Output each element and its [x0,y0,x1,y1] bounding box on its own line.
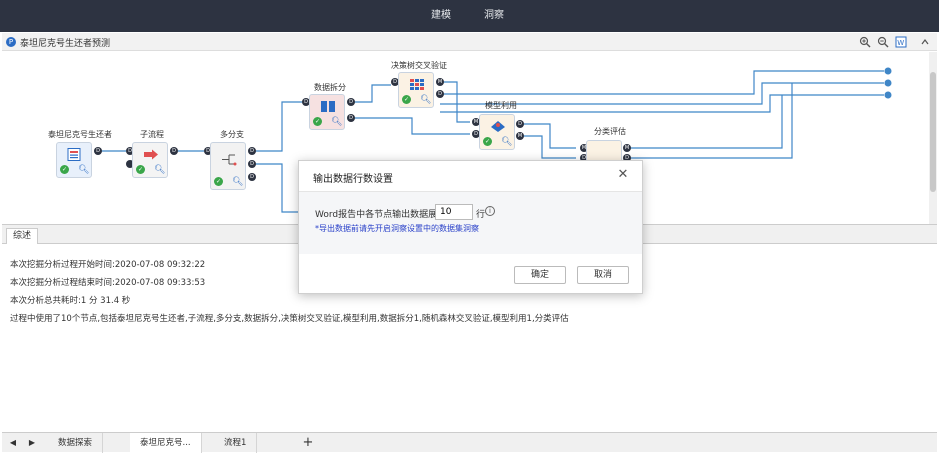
port-m[interactable]: M [623,144,631,152]
tab-summary[interactable]: 综述 [6,228,39,244]
app-logo-icon: P [6,37,16,47]
success-icon: ✓ [483,137,492,146]
dialog-body: Word报告中各节点输出数据展示 行 i *导出数据前请先开启洞察设置中的数据集… [299,192,642,254]
port-d[interactable]: D [516,120,524,128]
collapse-icon[interactable] [919,36,931,48]
log-start-time: 本次挖掘分析过程开始时间:2020-07-08 09:32:22 [10,260,206,270]
grid-icon [410,79,424,90]
output-rows-dialog: 输出数据行数设置 ✕ Word报告中各节点输出数据展示 行 i *导出数据前请先… [298,160,643,294]
next-tab-icon[interactable]: ▶ [26,436,38,450]
node-label-multibranch: 多分支 [220,130,244,139]
dialog-title: 输出数据行数设置 [313,174,393,185]
node-label-datasplit: 数据拆分 [314,83,346,92]
node-decision-tree-cv[interactable]: ✓ 🔍︎ [398,72,434,108]
port-d[interactable]: D [347,114,355,122]
magnifier-icon[interactable]: 🔍︎ [501,137,512,147]
node-label-model-apply: 模型利用 [485,101,517,110]
node-model-apply[interactable]: ✓ 🔍︎ [479,114,515,150]
magnifier-icon[interactable]: 🔍︎ [232,177,243,187]
log-nodes-used: 过程中使用了10个节点,包括泰坦尼克号生还者,子流程,多分支,数据拆分,决策树交… [10,314,569,324]
node-subprocess[interactable]: ✓ 🔍︎ [132,142,168,178]
success-icon: ✓ [214,177,223,186]
magnifier-icon[interactable]: 🔍︎ [154,165,165,175]
tab-titanic[interactable]: 泰坦尼克号... [130,433,202,453]
rows-label: Word报告中各节点输出数据展示 [315,210,447,220]
node-titanic-data[interactable]: ✓ 🔍︎ [56,142,92,178]
word-export-icon[interactable]: W [895,36,907,48]
svg-text:W: W [897,39,904,47]
node-label-subprocess: 子流程 [140,130,164,139]
zoom-out-icon[interactable] [877,36,889,48]
subprocess-arrow-icon [144,149,158,160]
log-duration: 本次分析总共耗时:1 分 31.4 秒 [10,296,131,306]
port-d[interactable]: D [170,147,178,155]
info-icon[interactable]: i [485,206,495,216]
rows-input[interactable] [435,204,473,220]
confirm-button[interactable]: 确定 [514,266,566,284]
magnifier-icon[interactable]: 🔍︎ [78,165,89,175]
split-icon [321,101,335,112]
close-icon[interactable]: ✕ [616,168,630,182]
port-d[interactable]: D [436,90,444,98]
flow-title-bar: P 泰坦尼克号生还者预测 W [2,33,937,51]
port-m[interactable]: M [436,78,444,86]
prev-tab-icon[interactable]: ◀ [7,436,19,450]
success-icon: ✓ [60,165,69,174]
workspace-tabbar: ◀ ▶ 数据探索 泰坦尼克号... 流程1 + [2,432,937,453]
log-end-time: 本次挖掘分析过程结束时间:2020-07-08 09:33:53 [10,278,206,288]
node-multibranch[interactable]: ✓ 🔍︎ [210,142,246,190]
port-d[interactable]: D [94,147,102,155]
port-d[interactable]: D [248,173,256,181]
node-data-split[interactable]: ✓ 🔍︎ [309,94,345,130]
node-label-classify-eval: 分类评估 [594,127,626,136]
success-icon: ✓ [136,165,145,174]
port-m[interactable]: M [516,132,524,140]
tab-data-explore[interactable]: 数据探索 [48,433,104,453]
tab-insight[interactable]: 洞察 [484,0,504,32]
tab-flow1[interactable]: 流程1 [214,433,258,453]
magnifier-icon[interactable]: 🔍︎ [420,95,431,105]
add-tab-icon[interactable]: + [302,436,314,450]
port-d[interactable]: D [347,98,355,106]
model-icon [491,121,505,132]
top-menu-bar: 建模 洞察 [0,0,939,32]
node-label-titanic: 泰坦尼克号生还者 [48,130,112,139]
dialog-header: 输出数据行数设置 ✕ [299,161,642,192]
flow-title: 泰坦尼克号生还者预测 [20,39,111,49]
canvas-scrollbar[interactable] [929,52,937,224]
success-icon: ✓ [313,117,322,126]
success-icon: ✓ [402,95,411,104]
magnifier-icon[interactable]: 🔍︎ [331,117,342,127]
port-d[interactable]: D [248,147,256,155]
scrollbar-thumb[interactable] [930,72,936,192]
node-label-dt-cv: 决策树交叉验证 [391,61,447,70]
cancel-button[interactable]: 取消 [577,266,629,284]
tab-modeling[interactable]: 建模 [431,0,451,32]
branch-icon [222,154,237,166]
dialog-note: *导出数据前请先开启洞察设置中的数据集洞察 [315,224,479,233]
dataset-icon [67,148,81,161]
zoom-in-icon[interactable] [859,36,871,48]
port-d[interactable]: D [248,160,256,168]
rows-suffix: 行 [476,210,486,220]
